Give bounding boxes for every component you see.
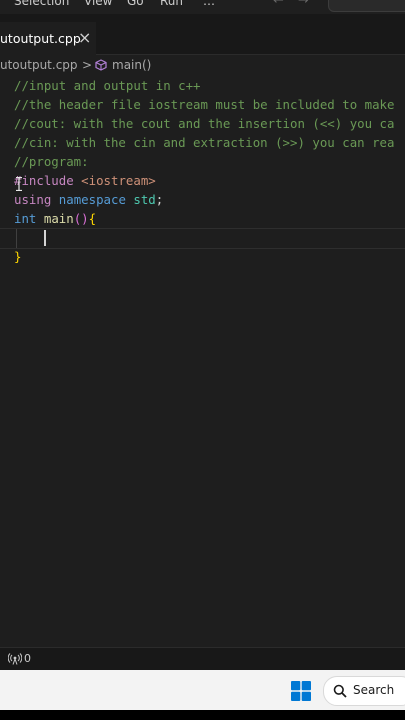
arrow-right-icon[interactable]: →	[298, 0, 309, 8]
ports-count[interactable]: 0	[24, 652, 31, 665]
windows-start-icon[interactable]	[291, 681, 311, 701]
taskbar-search[interactable]: Search	[323, 676, 405, 706]
token-using: using	[14, 192, 52, 207]
current-line-highlight	[0, 228, 405, 249]
token-parens: ()	[73, 211, 89, 226]
menu-go[interactable]: Go	[127, 0, 144, 8]
code-line-5[interactable]: //program:	[14, 152, 89, 171]
menu-view[interactable]: View	[84, 0, 112, 8]
breadcrumb-symbol[interactable]: main()	[112, 58, 151, 72]
search-icon	[333, 684, 347, 698]
close-icon[interactable]: ×	[78, 28, 91, 48]
code-line-1[interactable]: //input and output in c++	[14, 76, 201, 95]
token-semicolon: ;	[155, 192, 164, 207]
broadcast-icon[interactable]	[8, 653, 22, 665]
token-int: int	[14, 211, 37, 226]
screen-bottom-edge	[0, 710, 405, 720]
code-editor[interactable]: //input and output in c++ //the header f…	[0, 76, 405, 646]
text-caret	[44, 230, 46, 246]
breadcrumb: utoutput.cpp > main()	[0, 56, 405, 74]
tab-bar: utoutput.cpp ×	[0, 14, 405, 55]
cube-method-icon	[95, 59, 107, 71]
menu-selection[interactable]: Selection	[14, 0, 69, 8]
token-open-brace: {	[88, 211, 97, 226]
code-line-8[interactable]: int main(){	[14, 209, 96, 228]
breadcrumb-separator: >	[82, 58, 93, 72]
code-line-2[interactable]: //the header file iostream must be inclu…	[14, 95, 394, 114]
arrow-left-icon[interactable]: ←	[273, 0, 284, 8]
command-center[interactable]	[328, 0, 405, 12]
code-line-10[interactable]: }	[14, 247, 21, 266]
code-line-4[interactable]: //cin: with the cin and extraction (>>) …	[14, 133, 394, 152]
token-main: main	[43, 211, 74, 226]
text-cursor-icon	[16, 177, 22, 191]
breadcrumb-file[interactable]: utoutput.cpp	[0, 58, 78, 72]
token-namespace: namespace	[58, 192, 126, 207]
taskbar: Search	[0, 670, 405, 710]
token-header: <iostream>	[81, 173, 156, 188]
tab-active-file[interactable]: utoutput.cpp ×	[0, 22, 96, 55]
code-line-7[interactable]: using namespace std;	[14, 190, 163, 209]
token-std: std	[133, 192, 156, 207]
code-line-6[interactable]: #include <iostream>	[14, 171, 156, 190]
search-label: Search	[353, 683, 395, 697]
code-line-3[interactable]: //cout: with the cout and the insertion …	[14, 114, 394, 133]
token-include: include	[21, 173, 74, 188]
tab-label: utoutput.cpp	[0, 31, 81, 46]
status-bar: 0	[0, 647, 405, 670]
menu-run[interactable]: Run	[160, 0, 183, 8]
token-close-brace: }	[14, 249, 22, 264]
menu-more[interactable]: …	[203, 0, 215, 8]
indent-guide	[16, 229, 17, 248]
menu-bar: Selection View Go Run … ← →	[0, 0, 405, 14]
